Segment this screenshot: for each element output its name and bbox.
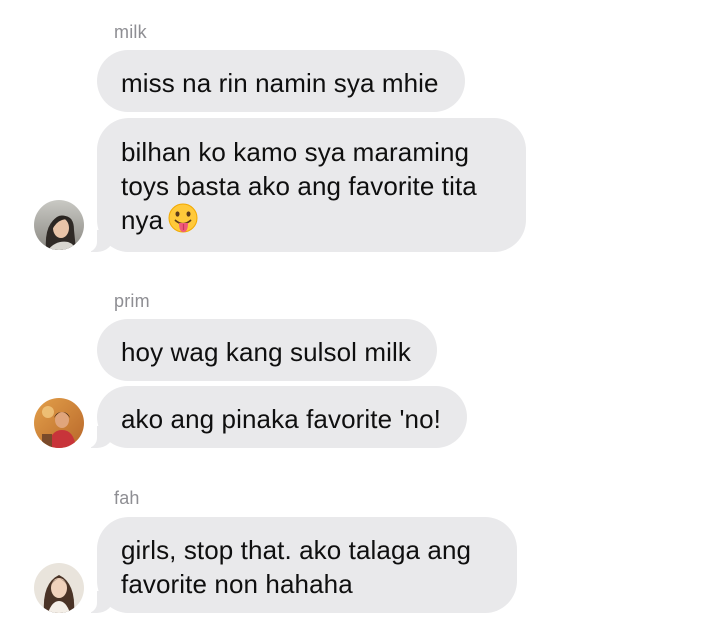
- message-bubble[interactable]: girls, stop that. ako talaga ang favorit…: [85, 517, 517, 613]
- message-bubble[interactable]: miss na rin namin sya mhie: [97, 50, 465, 112]
- avatar[interactable]: [34, 398, 84, 448]
- avatar[interactable]: [34, 200, 84, 250]
- sender-name: prim: [114, 291, 150, 311]
- avatar-fah-icon: [34, 563, 84, 613]
- sender-name: fah: [114, 488, 140, 508]
- avatar-milk-icon: [34, 200, 84, 250]
- face-with-tongue-emoji: [168, 203, 198, 233]
- message-bubble[interactable]: hoy wag kang sulsol milk: [97, 319, 437, 381]
- message-bubble[interactable]: ako ang pinaka favorite 'no!: [85, 386, 467, 448]
- sender-name: milk: [114, 22, 147, 42]
- message-bubble[interactable]: bilhan ko kamo sya maraming toys basta a…: [85, 118, 526, 252]
- avatar-prim-icon: [34, 398, 84, 448]
- avatar[interactable]: [34, 563, 84, 613]
